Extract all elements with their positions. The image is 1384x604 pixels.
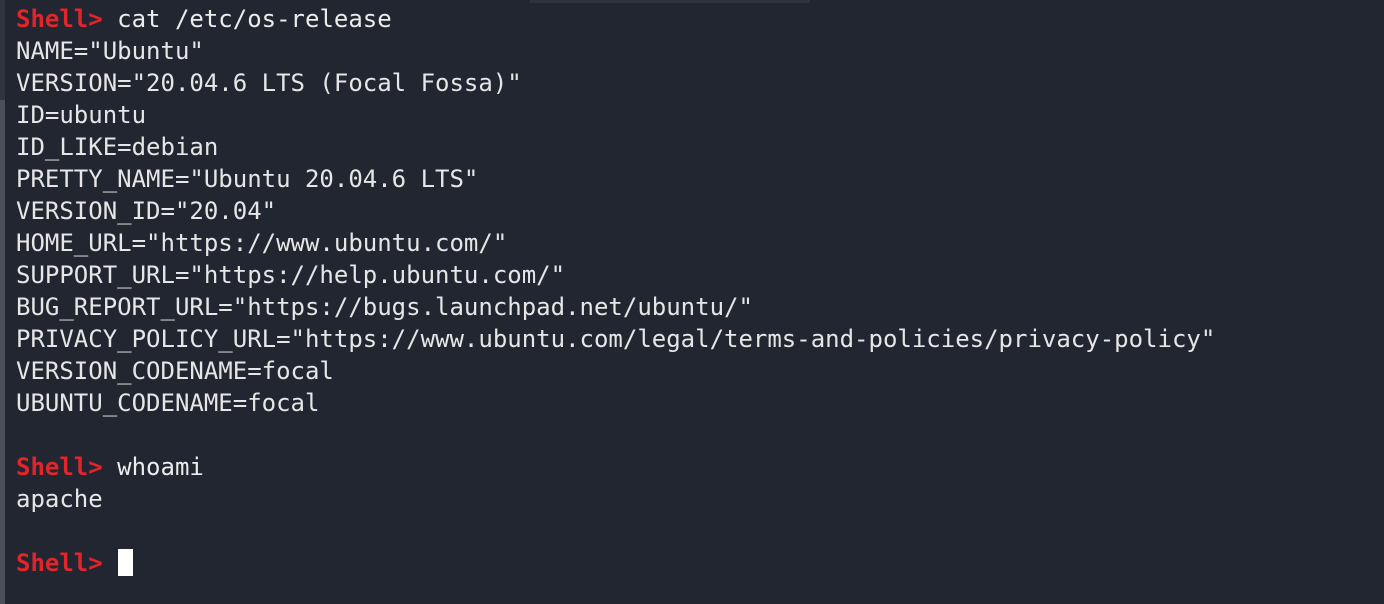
output-line: HOME_URL="https://www.ubuntu.com/" — [16, 229, 508, 257]
scrollbar[interactable] — [0, 0, 5, 604]
shell-prompt: Shell> — [16, 5, 103, 33]
output-line: VERSION_ID="20.04" — [16, 197, 277, 225]
output-line: NAME="Ubuntu" — [16, 37, 204, 65]
text-cursor — [118, 549, 134, 576]
shell-prompt: Shell> — [16, 453, 103, 481]
command-text: cat /etc/os-release — [117, 5, 392, 33]
window-edge — [530, 0, 810, 3]
output-line: SUPPORT_URL="https://help.ubuntu.com/" — [16, 261, 566, 289]
output-line: BUG_REPORT_URL="https://bugs.launchpad.n… — [16, 293, 753, 321]
output-line: PRETTY_NAME="Ubuntu 20.04.6 LTS" — [16, 165, 479, 193]
active-command-line[interactable]: Shell> — [16, 547, 1384, 579]
output-line: UBUNTU_CODENAME=focal — [16, 389, 320, 417]
output-line: VERSION_CODENAME=focal — [16, 357, 334, 385]
scrollbar-thumb[interactable] — [0, 100, 5, 604]
output-line: VERSION="20.04.6 LTS (Focal Fossa)" — [16, 69, 522, 97]
terminal-window[interactable]: Shell> cat /etc/os-release NAME="Ubuntu"… — [0, 0, 1384, 604]
output-line: apache — [16, 485, 103, 513]
command-line: Shell> whoami — [16, 451, 1384, 483]
output-line: PRIVACY_POLICY_URL="https://www.ubuntu.c… — [16, 325, 1216, 353]
output-line: ID_LIKE=debian — [16, 133, 219, 161]
command-text: whoami — [117, 453, 204, 481]
shell-prompt: Shell> — [16, 549, 103, 577]
terminal-output: Shell> cat /etc/os-release NAME="Ubuntu"… — [16, 3, 1384, 579]
output-line: ID=ubuntu — [16, 101, 147, 129]
command-line: Shell> cat /etc/os-release — [16, 3, 1384, 35]
